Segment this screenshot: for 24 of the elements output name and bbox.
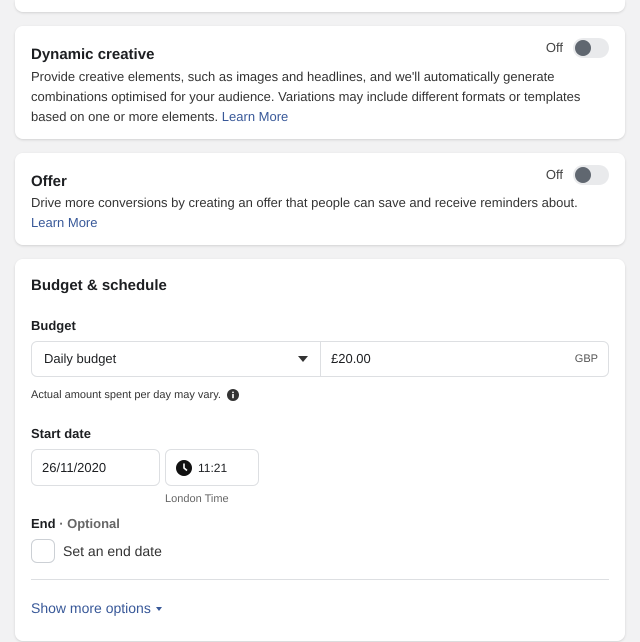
section-title: Dynamic creative [31, 45, 154, 65]
section-description: Drive more conversions by creating an offer that people can save and receive reminders about. Learn More [31, 194, 579, 232]
clock-icon [176, 460, 192, 476]
checkbox[interactable] [31, 539, 55, 563]
field-label: Budget [31, 316, 77, 335]
toggle-switch[interactable] [573, 38, 609, 58]
toggle-label: Off [546, 166, 563, 184]
section-title: Offer [31, 172, 67, 192]
section-title: Budget & schedule [31, 276, 168, 296]
date-field[interactable]: 26/11/2020 [31, 449, 160, 486]
helper-text: Actual amount spent per day may vary. [31, 388, 221, 403]
timezone-label: London Time [165, 492, 229, 507]
learn-more-link[interactable]: Learn More [31, 215, 98, 230]
info-icon [226, 389, 239, 402]
caret-icon [156, 606, 162, 610]
section-description: Provide creative elements, such as images and headlines, and we'll automatically generate combinations optimised for your audience. Variations may include different formats or templates based on one or more elements. Learn More [31, 68, 582, 126]
time-field[interactable]: 11:21 [165, 449, 259, 486]
field-label: Start date [31, 424, 92, 442]
checkbox-label: Set an end date [63, 542, 162, 560]
learn-more-link[interactable]: Learn More [222, 108, 288, 124]
toggle-label: Off [546, 39, 563, 58]
toggle-switch[interactable] [573, 164, 609, 184]
field-label: End · Optional [31, 514, 121, 533]
show-more-link[interactable]: Show more options [31, 598, 162, 619]
